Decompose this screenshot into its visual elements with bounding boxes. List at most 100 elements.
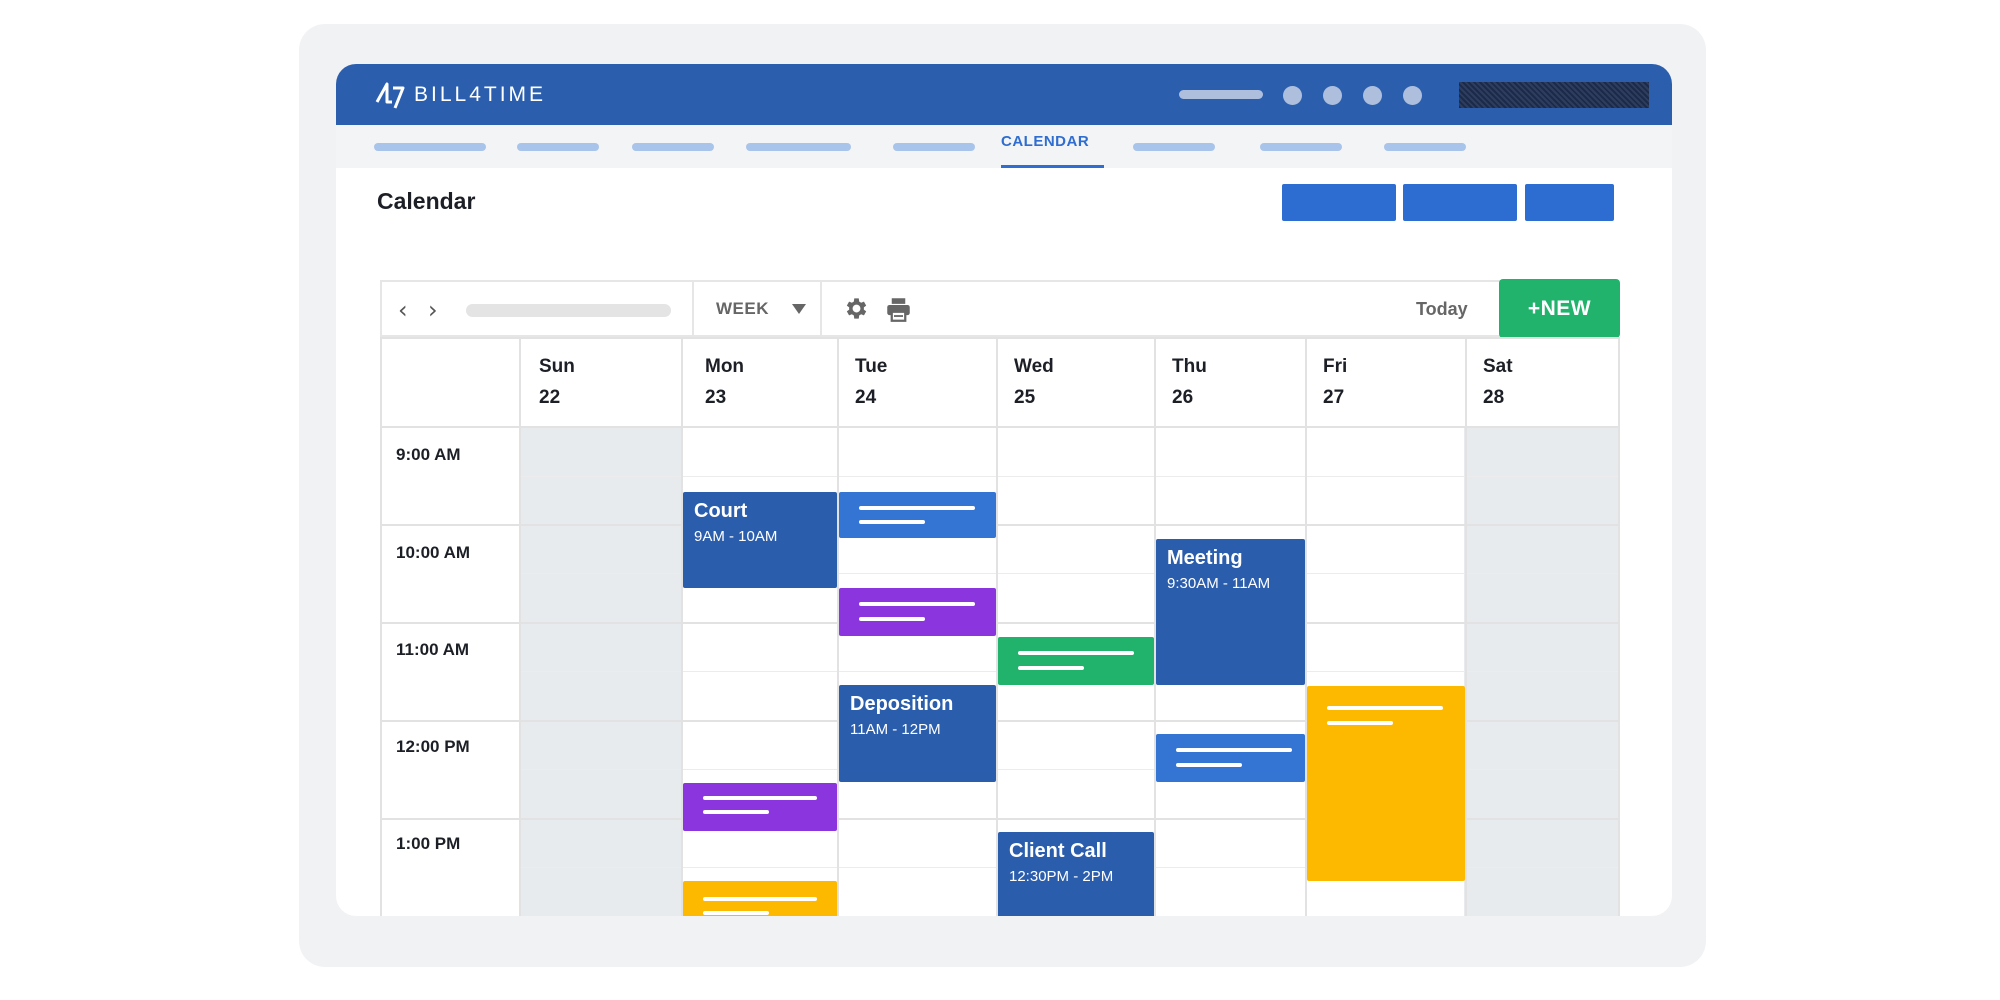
top-bar: BILL4TIME [336,64,1672,125]
day-name: Mon [705,356,745,377]
brand-name: BILL4TIME [414,83,547,106]
nav-tab-7[interactable] [1133,143,1215,151]
hour-line [382,524,1618,526]
day-name: Wed [1014,356,1054,377]
day-number: 26 [1172,387,1194,408]
event-item[interactable] [1156,734,1305,782]
day-header-sun[interactable]: Sun 22 [521,337,681,428]
event-title: Court [694,500,748,522]
caret-down-icon[interactable] [792,304,806,314]
nav-tab-8[interactable] [1260,143,1342,151]
sunday-column-shade [520,428,681,916]
event-meeting[interactable]: Meeting 9:30AM - 11AM [1156,539,1305,685]
printer-icon[interactable] [884,296,913,323]
time-label: 10:00 AM [396,543,471,562]
text-placeholder [859,602,975,606]
event-time: 9AM - 10AM [694,528,778,545]
nav-tab-3[interactable] [632,143,714,151]
time-label: 1:00 PM [396,834,461,853]
day-number: 27 [1323,387,1345,408]
day-number: 28 [1483,387,1505,408]
day-header-fri[interactable]: Fri 27 [1307,337,1465,428]
day-header-tue[interactable]: Tue 24 [839,337,996,428]
day-number: 22 [539,387,561,408]
topbar-icon-3[interactable] [1363,86,1382,105]
text-placeholder [703,911,769,915]
text-placeholder [703,810,769,814]
brand-logo[interactable]: BILL4TIME [374,80,546,110]
event-title: Meeting [1167,547,1243,569]
day-number: 25 [1014,387,1036,408]
day-name: Tue [855,356,888,377]
text-placeholder [703,897,817,901]
day-header-mon[interactable]: Mon 23 [683,337,837,428]
day-name: Sat [1483,356,1513,377]
date-range-label [466,304,671,317]
event-time: 11AM - 12PM [850,721,941,738]
text-placeholder [703,796,817,800]
text-placeholder [1018,666,1084,670]
text-placeholder [859,506,975,510]
event-item[interactable] [683,783,837,831]
event-title: Deposition [850,693,954,715]
header-action-button-2[interactable] [1403,184,1517,221]
today-button[interactable]: Today [1416,299,1468,320]
day-name: Fri [1323,356,1348,377]
event-item[interactable] [839,588,996,636]
nav-tab-1[interactable] [374,143,486,151]
header-action-button-1[interactable] [1282,184,1396,221]
toolbar-divider [820,282,822,335]
half-hour-line [520,476,1618,477]
text-placeholder [1018,651,1134,655]
event-item[interactable] [1307,686,1465,881]
chevron-right-icon[interactable]: › [428,296,438,324]
topbar-icon-2[interactable] [1323,86,1342,105]
day-name: Thu [1172,356,1207,377]
header-action-button-3[interactable] [1525,184,1614,221]
day-header-thu[interactable]: Thu 26 [1156,337,1305,428]
logo-mark-icon [375,82,405,109]
page-title: Calendar [377,188,476,214]
view-select[interactable]: WEEK [716,299,769,319]
day-header-sat[interactable]: Sat 28 [1467,337,1618,428]
event-title: Client Call [1009,840,1107,862]
text-placeholder [1176,748,1292,752]
event-time: 12:30PM - 2PM [1009,868,1114,885]
nav-tab-2[interactable] [517,143,599,151]
redacted-user-area[interactable] [1459,82,1649,108]
event-item[interactable] [839,492,996,538]
toolbar-divider [692,282,694,335]
day-number: 23 [705,387,727,408]
nav-tab-5[interactable] [893,143,975,151]
nav-tab-4[interactable] [746,143,851,151]
main-nav: CALENDAR [336,125,1672,168]
event-time: 9:30AM - 11AM [1167,575,1271,592]
new-event-button[interactable]: +NEW [1499,279,1620,338]
topbar-placeholder[interactable] [1179,90,1263,99]
nav-tab-calendar[interactable]: CALENDAR [1001,133,1089,150]
time-label: 9:00 AM [396,445,461,464]
event-item[interactable] [683,881,837,916]
week-calendar: Sun 22 Mon 23 Tue 24 Wed 25 Thu 26 Fri 2… [380,337,1620,916]
text-placeholder [1327,721,1393,725]
nav-active-indicator [1001,165,1104,168]
calendar-toolbar: ‹ › WEEK Today [380,280,1517,337]
day-header-wed[interactable]: Wed 25 [998,337,1154,428]
event-item[interactable] [998,637,1154,685]
time-label: 11:00 AM [396,640,470,659]
text-placeholder [859,617,925,621]
event-client-call[interactable]: Client Call 12:30PM - 2PM [998,832,1154,916]
text-placeholder [859,520,925,524]
event-court[interactable]: Court 9AM - 10AM [683,492,837,588]
saturday-column-shade [1464,428,1618,916]
chevron-left-icon[interactable]: ‹ [398,296,408,324]
day-name: Sun [539,356,575,377]
event-deposition[interactable]: Deposition 11AM - 12PM [839,685,996,782]
nav-tab-9[interactable] [1384,143,1466,151]
gear-icon[interactable] [842,295,869,322]
text-placeholder [1176,763,1242,767]
hour-line [382,622,1618,624]
app-window: BILL4TIME CALENDAR Calendar ‹ › WEEK Tod… [336,64,1672,916]
topbar-icon-1[interactable] [1283,86,1302,105]
topbar-icon-4[interactable] [1403,86,1422,105]
